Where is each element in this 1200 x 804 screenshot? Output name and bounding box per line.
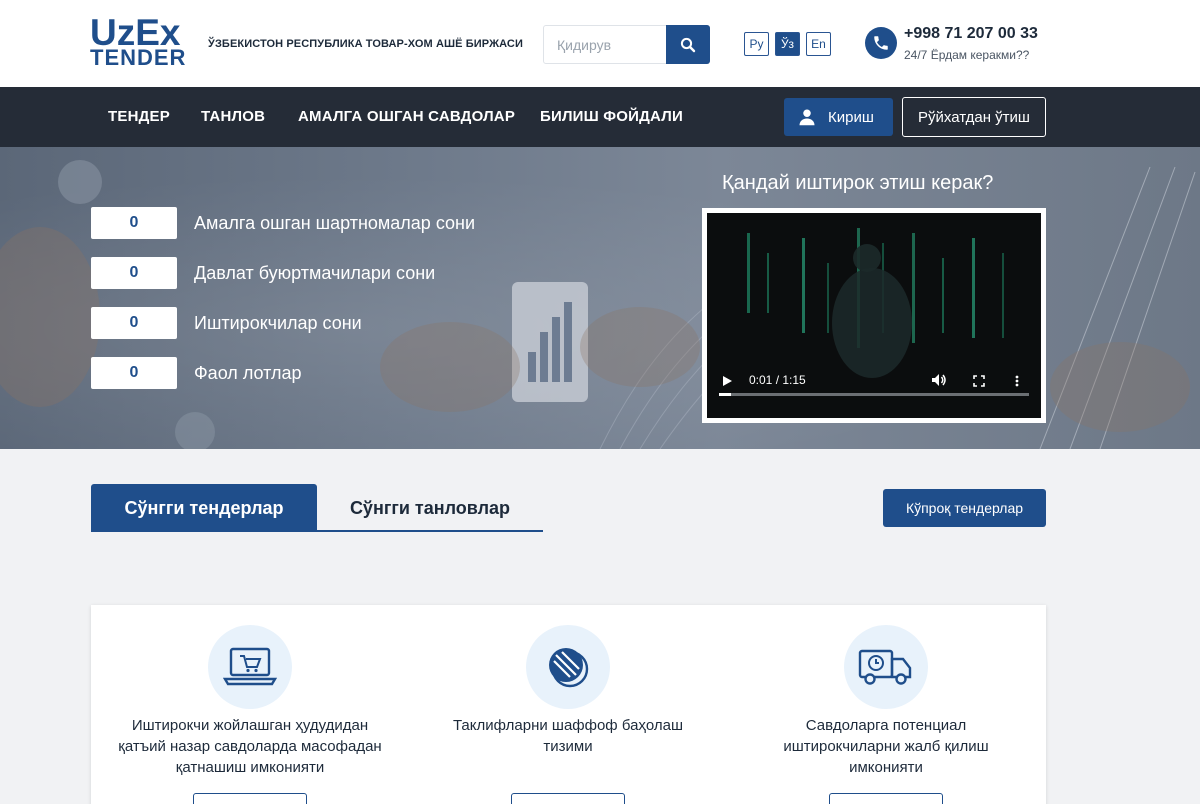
- volume-button[interactable]: [931, 373, 947, 387]
- lang-en-button[interactable]: En: [806, 32, 831, 56]
- support-text: 24/7 Ёрдам керакми??: [904, 48, 1030, 62]
- stat-customers-label: Давлат буюртмачилари сони: [194, 263, 436, 283]
- stat-contracts-label: Амалга ошган шартномалар сони: [194, 213, 476, 233]
- hero-banner: 0 Амалга ошган шартномалар сони 0 Давлат…: [0, 147, 1200, 449]
- stat-customers-value: 0: [91, 257, 177, 289]
- search-button[interactable]: [666, 25, 710, 64]
- video-thumbnail: [707, 213, 1041, 418]
- stat-participants-label: Иштирокчилар сони: [194, 313, 362, 333]
- fullscreen-icon: [973, 375, 985, 387]
- video-time: 0:01 / 1:15: [749, 373, 806, 387]
- delivery-truck-icon: [844, 625, 928, 709]
- login-button[interactable]: Кириш: [784, 98, 893, 136]
- tab-latest-selections[interactable]: Сўнгги танловлар: [317, 484, 543, 532]
- video-player[interactable]: 0:01 / 1:15: [707, 213, 1041, 418]
- feature-text: Савдоларга потенциал иштирокчиларни жалб…: [783, 717, 989, 776]
- feature-text: Иштирокчи жойлашган ҳудудидан қатъий наз…: [118, 717, 382, 776]
- user-icon: [799, 109, 815, 126]
- phone-icon: [865, 27, 897, 59]
- register-button[interactable]: Рўйхатдан ўтиш: [902, 97, 1046, 137]
- lang-ru-button[interactable]: Ру: [744, 32, 769, 56]
- feature-more-button[interactable]: [511, 793, 625, 804]
- video-frame: 0:01 / 1:15: [702, 208, 1046, 423]
- nav-item-tender[interactable]: ТЕНДЕР: [108, 108, 170, 125]
- main-navigation: ТЕНДЕР ТАНЛОВ АМАЛГА ОШГАН САВДОЛАР БИЛИ…: [0, 87, 1200, 147]
- search-input[interactable]: [544, 26, 667, 63]
- volume-icon: [932, 374, 946, 386]
- features-card: Иштирокчи жойлашган ҳудудидан қатъий наз…: [91, 605, 1046, 804]
- feature-more-button[interactable]: [829, 793, 943, 804]
- phone-number[interactable]: +998 71 207 00 33: [904, 25, 1038, 43]
- video-progress-bar[interactable]: [719, 393, 1029, 396]
- feature-remote-participation: Иштирокчи жойлашган ҳудудидан қатъий наз…: [91, 605, 409, 804]
- feature-text: Таклифларни шаффоф баҳолаш тизими: [452, 717, 684, 755]
- logo-line2: TENDER: [90, 45, 187, 70]
- search-box: [543, 25, 710, 64]
- organization-name: ЎЗБЕКИСТОН РЕСПУБЛИКА ТОВАР-ХОМ АШЁ БИРЖ…: [208, 38, 523, 50]
- nav-item-useful-info[interactable]: БИЛИШ ФОЙДАЛИ: [540, 108, 683, 125]
- logo[interactable]: UzEx TENDER: [90, 14, 194, 72]
- lang-uz-button[interactable]: Ўз: [775, 32, 800, 56]
- stat-contracts-value: 0: [91, 207, 177, 239]
- fullscreen-button[interactable]: [973, 375, 985, 387]
- kebab-menu-icon: [1015, 375, 1019, 387]
- video-title: Қандай иштирок этиш керак?: [722, 172, 994, 194]
- transparency-icon: [526, 625, 610, 709]
- nav-item-tanlov[interactable]: ТАНЛОВ: [201, 108, 265, 125]
- header: UzEx TENDER ЎЗБЕКИСТОН РЕСПУБЛИКА ТОВАР-…: [0, 0, 1200, 87]
- feature-attract-participants: Савдоларга потенциал иштирокчиларни жалб…: [727, 605, 1045, 804]
- feature-more-button[interactable]: [193, 793, 307, 804]
- stat-participants-value: 0: [91, 307, 177, 339]
- laptop-cart-icon: [208, 625, 292, 709]
- search-icon: [680, 37, 696, 52]
- tab-latest-tenders[interactable]: Сўнгги тендерлар: [91, 484, 317, 532]
- video-progress-fill: [719, 393, 732, 396]
- feature-transparent-evaluation: Таклифларни шаффоф баҳолаш тизими: [409, 605, 727, 804]
- play-button[interactable]: [721, 375, 733, 387]
- nav-item-completed-trades[interactable]: АМАЛГА ОШГАН САВДОЛАР: [298, 108, 515, 125]
- stat-active-lots-label: Фаол лотлар: [194, 363, 302, 383]
- tab-underline: [91, 530, 543, 532]
- more-tenders-button[interactable]: Кўпроқ тендерлар: [883, 489, 1046, 527]
- login-label: Кириш: [828, 108, 874, 126]
- more-options-button[interactable]: [1015, 375, 1019, 387]
- play-icon: [723, 376, 732, 386]
- stat-active-lots-value: 0: [91, 357, 177, 389]
